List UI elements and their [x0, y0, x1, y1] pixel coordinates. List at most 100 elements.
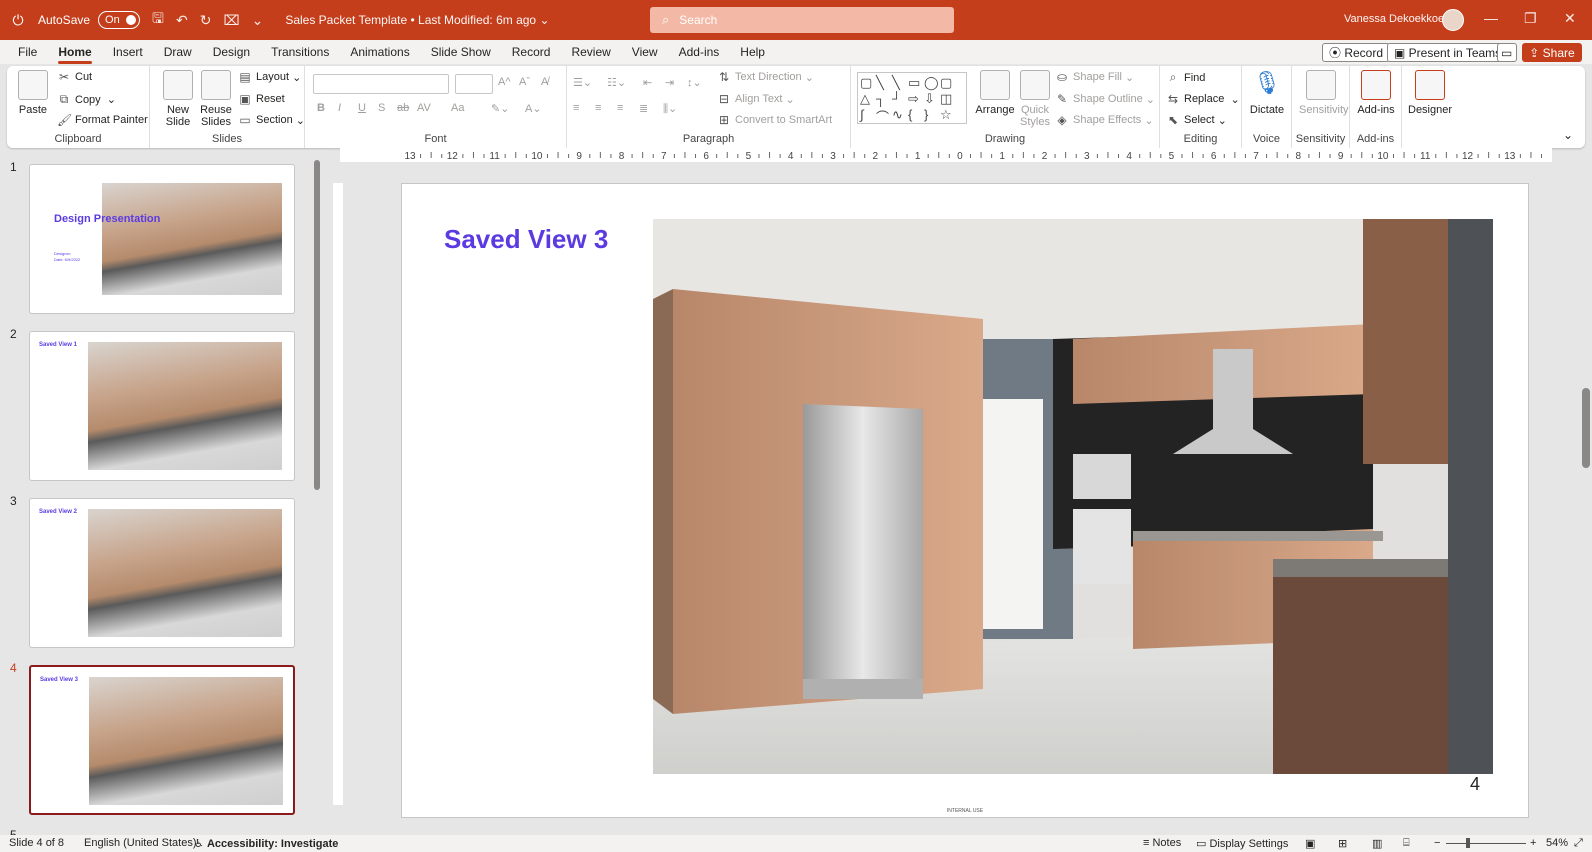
collapse-ribbon-icon[interactable]: ⌄	[1563, 128, 1573, 142]
decrease-indent-icon[interactable]: ⇤	[643, 76, 652, 89]
connector-shape-icon[interactable]: ┘	[892, 91, 908, 107]
tab-review[interactable]: Review	[571, 45, 610, 59]
thumbnails-scrollbar[interactable]	[313, 152, 321, 832]
slide-thumbnail-1[interactable]: Design Presentation Designer: Date: 6/9/2…	[29, 164, 295, 314]
tab-slide-show[interactable]: Slide Show	[431, 45, 491, 59]
clear-formatting-icon[interactable]: A̸	[541, 76, 548, 88]
tab-add-ins[interactable]: Add-ins	[679, 45, 720, 59]
callout-shape-icon[interactable]: ◫	[940, 91, 956, 107]
notes-button[interactable]: ≡ Notes	[1143, 837, 1181, 849]
oval-shape-icon[interactable]: ◯	[924, 75, 940, 91]
present-in-teams-button[interactable]: ▣ Present in Teams	[1387, 43, 1509, 62]
undo-icon[interactable]: ↶	[176, 12, 188, 29]
dictate-button[interactable]: 🎙 Dictate	[1245, 70, 1289, 116]
strikethrough-button[interactable]: ab	[397, 102, 409, 114]
text-direction-button[interactable]: ⇅ Text Direction ⌄	[717, 70, 814, 84]
shape-fill-button[interactable]: ⛀ Shape Fill ⌄	[1055, 70, 1134, 84]
scroll-thumb[interactable]	[1582, 388, 1590, 468]
language[interactable]: English (United States)	[84, 837, 197, 849]
fit-to-window-icon[interactable]: ⤢	[1574, 837, 1583, 850]
bold-button[interactable]: B	[317, 102, 325, 114]
align-right-icon[interactable]: ≡	[617, 102, 623, 114]
reading-view-icon[interactable]: ▥	[1372, 837, 1382, 850]
shape-effects-button[interactable]: ◈ Shape Effects ⌄	[1055, 113, 1153, 127]
brace-right-shape-icon[interactable]: }	[924, 107, 940, 123]
comments-icon[interactable]: ▭	[1497, 43, 1517, 62]
format-painter-button[interactable]: 🖌 Format Painter	[57, 113, 148, 127]
share-button[interactable]: ⇪ Share	[1522, 43, 1582, 62]
scroll-thumb[interactable]	[314, 160, 320, 490]
copy-button[interactable]: ⧉ Copy ⌄	[57, 92, 116, 107]
sensitivity-button[interactable]: Sensitivity	[1299, 70, 1349, 116]
slide-canvas[interactable]: Saved View 3 4 INTERNAL USE	[401, 183, 1529, 818]
slide-thumbnail-3[interactable]: Saved View 2	[29, 498, 295, 648]
designer-button[interactable]: Designer	[1408, 70, 1452, 116]
change-case-button[interactable]: Aa	[451, 102, 464, 114]
tab-record[interactable]: Record	[512, 45, 551, 59]
curve-shape-icon[interactable]: ∫	[860, 107, 876, 123]
section-button[interactable]: ▭ Section ⌄	[238, 113, 305, 127]
editor-scrollbar[interactable]	[1580, 148, 1592, 813]
tab-help[interactable]: Help	[740, 45, 765, 59]
quick-styles-button[interactable]: Quick Styles	[1013, 70, 1057, 128]
reset-button[interactable]: ▣ Reset	[238, 92, 284, 106]
redo-icon[interactable]: ↻	[200, 12, 212, 29]
cut-button[interactable]: ✂ Cut	[57, 70, 92, 84]
align-center-icon[interactable]: ≡	[595, 102, 601, 114]
arc-shape-icon[interactable]: ⌒	[876, 107, 892, 125]
slideshow-icon[interactable]: ⌸	[1403, 837, 1410, 850]
font-color-icon[interactable]: A⌄	[525, 102, 542, 115]
rect-shape-icon[interactable]: ▭	[908, 75, 924, 91]
brace-left-shape-icon[interactable]: {	[908, 107, 924, 123]
triangle-shape-icon[interactable]: △	[860, 91, 876, 107]
tab-draw[interactable]: Draw	[164, 45, 192, 59]
avatar[interactable]	[1442, 9, 1464, 31]
autosave-toggle[interactable]: On	[98, 11, 141, 29]
present-icon[interactable]: ⌧	[223, 12, 239, 29]
decrease-font-button[interactable]: Aˇ	[519, 76, 530, 88]
italic-button[interactable]: I	[338, 102, 341, 114]
arrow-right-shape-icon[interactable]: ⇨	[908, 91, 924, 107]
align-left-icon[interactable]: ≡	[573, 102, 579, 114]
zoom-slider[interactable]	[1446, 843, 1526, 844]
tab-animations[interactable]: Animations	[350, 45, 409, 59]
restore-icon[interactable]: ❐	[1524, 10, 1537, 27]
increase-font-button[interactable]: A ^	[498, 76, 511, 88]
arrow-down-shape-icon[interactable]: ⇩	[924, 91, 940, 107]
align-text-button[interactable]: ⊟ Align Text ⌄	[717, 92, 795, 106]
zoom-out-icon[interactable]: −	[1434, 837, 1440, 849]
arrange-button[interactable]: Arrange	[973, 70, 1017, 116]
customize-qat-icon[interactable]: ⌄	[252, 12, 264, 29]
line2-shape-icon[interactable]: ╲	[892, 75, 908, 91]
document-title[interactable]: Sales Packet Template • Last Modified: 6…	[285, 13, 549, 27]
shape-outline-button[interactable]: ✎ Shape Outline ⌄	[1055, 92, 1155, 106]
slide-number[interactable]: 4	[1470, 774, 1480, 795]
shapes-gallery[interactable]: ▢ ╲ ╲ ▭ ◯ ▢ △ ┐ ┘ ⇨ ⇩ ◫ ∫ ⌒ ∿{} ☆	[857, 72, 967, 125]
zoom-in-icon[interactable]: +	[1530, 837, 1536, 849]
rounded-rect-shape-icon[interactable]: ▢	[940, 75, 956, 91]
font-size-input[interactable]	[455, 74, 493, 94]
numbering-icon[interactable]: ☷⌄	[607, 76, 626, 89]
search-input[interactable]: ⌕ Search	[650, 7, 954, 33]
elbow-shape-icon[interactable]: ┐	[876, 91, 892, 107]
highlight-icon[interactable]: ✎⌄	[491, 102, 509, 115]
zoom-level[interactable]: 54%	[1546, 837, 1568, 849]
normal-view-icon[interactable]: ▣	[1305, 837, 1315, 850]
increase-indent-icon[interactable]: ⇥	[665, 76, 674, 89]
addins-button[interactable]: Add-ins	[1354, 70, 1398, 116]
tab-transitions[interactable]: Transitions	[271, 45, 329, 59]
save-icon[interactable]: 🖫	[152, 8, 164, 32]
font-name-input[interactable]	[313, 74, 449, 94]
close-icon[interactable]: ✕	[1564, 10, 1576, 27]
bullets-icon[interactable]: ☰⌄	[573, 76, 592, 89]
accessibility-status[interactable]: ♿ Accessibility: Investigate	[194, 837, 338, 850]
slide-title[interactable]: Saved View 3	[444, 224, 608, 255]
user-name[interactable]: Vanessa Dekoekkoek	[1344, 13, 1450, 25]
slide-footer[interactable]: INTERNAL USE	[402, 808, 1528, 814]
find-button[interactable]: ⌕ Find	[1166, 70, 1206, 85]
line-shape-icon[interactable]: ╲	[876, 75, 892, 91]
justify-icon[interactable]: ≣	[639, 102, 648, 115]
layout-button[interactable]: ▤ Layout ⌄	[238, 70, 301, 84]
textbox-shape-icon[interactable]: ▢	[860, 75, 876, 91]
wave-shape-icon[interactable]: ∿	[892, 107, 908, 123]
